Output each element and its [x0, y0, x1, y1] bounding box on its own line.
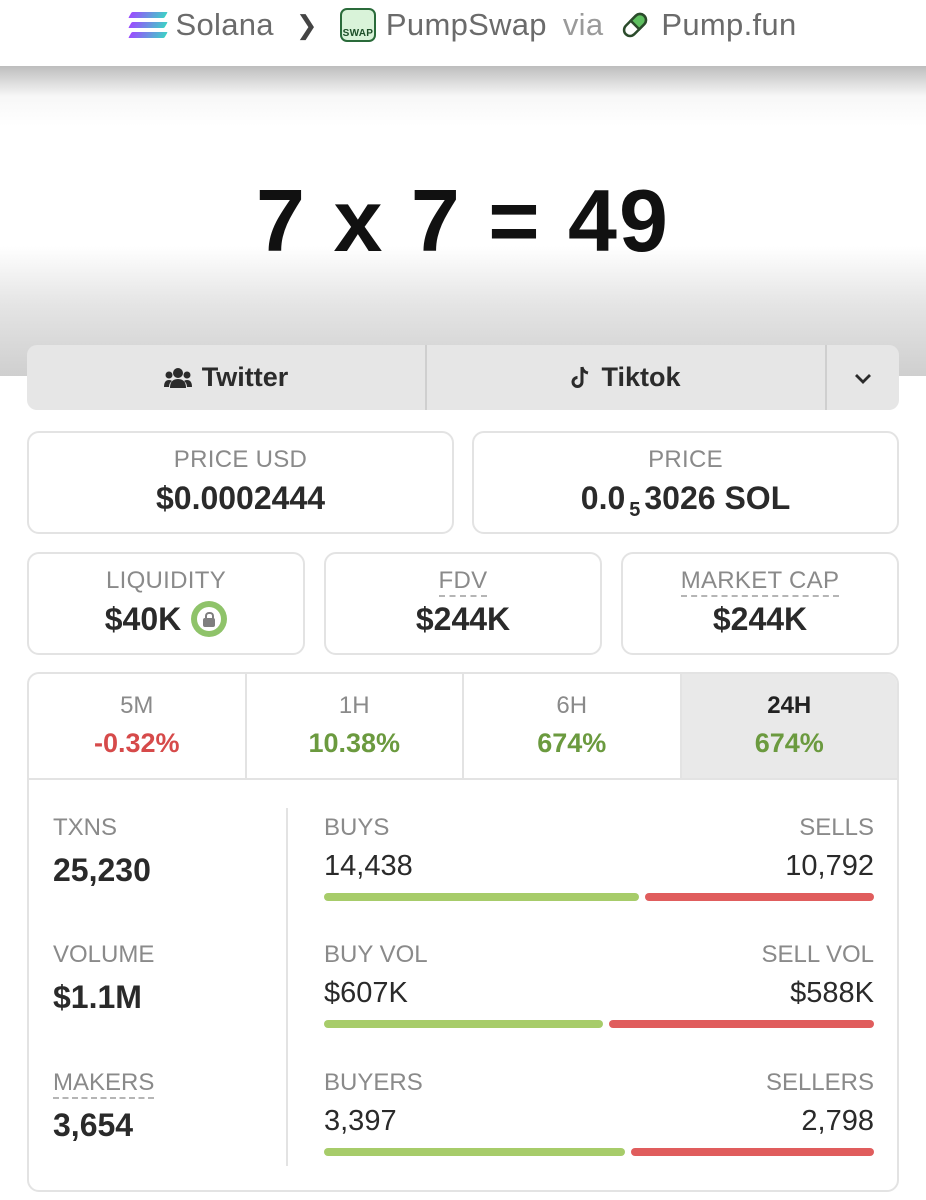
volume-value: $1.1M — [53, 979, 142, 1015]
sellers-value: 2,798 — [801, 1105, 874, 1137]
price-native-value: 0.0 5 3026 SOL — [580, 480, 791, 522]
sells-value: 10,792 — [785, 850, 874, 882]
price-usd-label: PRICE USD — [173, 446, 308, 473]
txns-value: 25,230 — [53, 852, 151, 888]
chevron-down-icon — [855, 373, 871, 384]
sell-vol-value: $588K — [790, 977, 874, 1009]
breadcrumb: Solana ❯ SWAP PumpSwap via Pump.fun — [0, 0, 926, 50]
fdv-label[interactable]: FDV — [438, 567, 488, 597]
buys-value: 14,438 — [324, 850, 413, 882]
market-cap-card: MARKET CAP $244K — [621, 552, 899, 655]
twitter-label: Twitter — [201, 362, 289, 392]
stats-divider — [286, 808, 288, 1166]
stats-panel: 5M -0.32% 1H 10.38% 6H 674% 24H 674% TXN… — [27, 672, 899, 1192]
tiktok-button[interactable]: Tiktok — [427, 345, 827, 410]
fdv-card: FDV $244K — [324, 552, 602, 655]
price-native-label: PRICE — [648, 446, 723, 473]
buyers-sellers-row: BUYERS SELLERS 3,397 2,798 — [324, 1069, 874, 1156]
sellers-bar — [631, 1148, 874, 1156]
makers-value: 3,654 — [53, 1107, 134, 1143]
buy-vol-label: BUY VOL — [324, 941, 428, 968]
change-1h: 10.38% — [308, 728, 401, 758]
tab-1h[interactable]: 1H 10.38% — [247, 674, 464, 778]
sells-label: SELLS — [799, 814, 874, 841]
chevron-right-icon: ❯ — [295, 9, 318, 40]
timeframe-tabs: 5M -0.32% 1H 10.38% 6H 674% 24H 674% — [29, 674, 897, 780]
market-cap-value: $244K — [712, 601, 808, 637]
makers-label[interactable]: MAKERS — [53, 1069, 155, 1099]
buy-vol-value: $607K — [324, 977, 408, 1009]
volume-split-bar — [324, 1020, 874, 1028]
tab-24h[interactable]: 24H 674% — [681, 674, 897, 778]
price-native-card: PRICE 0.0 5 3026 SOL — [472, 431, 899, 534]
users-icon — [163, 367, 192, 389]
liquidity-label: LIQUIDITY — [105, 567, 227, 594]
tiktok-icon — [571, 366, 591, 390]
buys-sells-bar — [324, 893, 874, 901]
txns-label: TXNS — [53, 814, 118, 841]
buyers-label: BUYERS — [324, 1069, 423, 1096]
volume-split-row: BUY VOL SELL VOL $607K $588K — [324, 941, 874, 1028]
change-5m: -0.32% — [93, 728, 180, 758]
token-banner: 7 x 7 = 49 — [0, 66, 926, 376]
volume-label: VOLUME — [53, 941, 155, 968]
buys-bar — [324, 893, 639, 901]
price-usd-value: $0.0002444 — [155, 480, 326, 516]
buyers-sellers-bar — [324, 1148, 874, 1156]
chain-label: Solana — [175, 7, 274, 42]
breadcrumb-chain[interactable]: Solana — [127, 7, 274, 43]
buy-vol-bar — [324, 1020, 604, 1028]
sells-bar — [644, 893, 874, 901]
pumpswap-icon: SWAP — [339, 8, 376, 42]
makers-stat: MAKERS 3,654 — [53, 1069, 155, 1144]
buyers-value: 3,397 — [324, 1105, 397, 1137]
fdv-value: $244K — [415, 601, 511, 637]
transaction-stats: TXNS 25,230 VOLUME $1.1M MAKERS 3,654 BU… — [29, 780, 897, 1190]
change-24h: 674% — [754, 728, 824, 758]
source-label: Pump.fun — [661, 7, 797, 42]
banner-text: 7 x 7 = 49 — [256, 171, 670, 270]
more-links-dropdown[interactable] — [827, 345, 899, 410]
breadcrumb-dex[interactable]: SWAP PumpSwap — [339, 7, 547, 43]
twitter-button[interactable]: Twitter — [27, 345, 427, 410]
change-6h: 674% — [537, 728, 607, 758]
sellers-label: SELLERS — [765, 1069, 874, 1096]
tab-6h[interactable]: 6H 674% — [464, 674, 682, 778]
social-links-bar: Twitter Tiktok — [27, 345, 899, 410]
buyers-bar — [324, 1148, 626, 1156]
price-usd-card: PRICE USD $0.0002444 — [27, 431, 454, 534]
sell-vol-label: SELL VOL — [761, 941, 874, 968]
solana-icon — [127, 12, 168, 38]
pill-icon — [623, 12, 648, 38]
breadcrumb-source[interactable]: Pump.fun — [619, 7, 796, 43]
tab-5m[interactable]: 5M -0.32% — [29, 674, 247, 778]
tiktok-label: Tiktok — [601, 362, 681, 392]
dex-label: PumpSwap — [385, 7, 547, 42]
txns-stat: TXNS 25,230 — [53, 814, 151, 889]
via-label: via — [562, 7, 604, 42]
sell-vol-bar — [609, 1020, 874, 1028]
liquidity-value: $40K — [104, 601, 182, 637]
liquidity-card: LIQUIDITY $40K — [27, 552, 305, 655]
buys-label: BUYS — [324, 814, 390, 841]
volume-stat: VOLUME $1.1M — [53, 941, 154, 1016]
buys-sells-row: BUYS SELLS 14,438 10,792 — [324, 814, 874, 901]
market-cap-label[interactable]: MARKET CAP — [680, 567, 840, 597]
lock-icon[interactable] — [191, 600, 228, 637]
